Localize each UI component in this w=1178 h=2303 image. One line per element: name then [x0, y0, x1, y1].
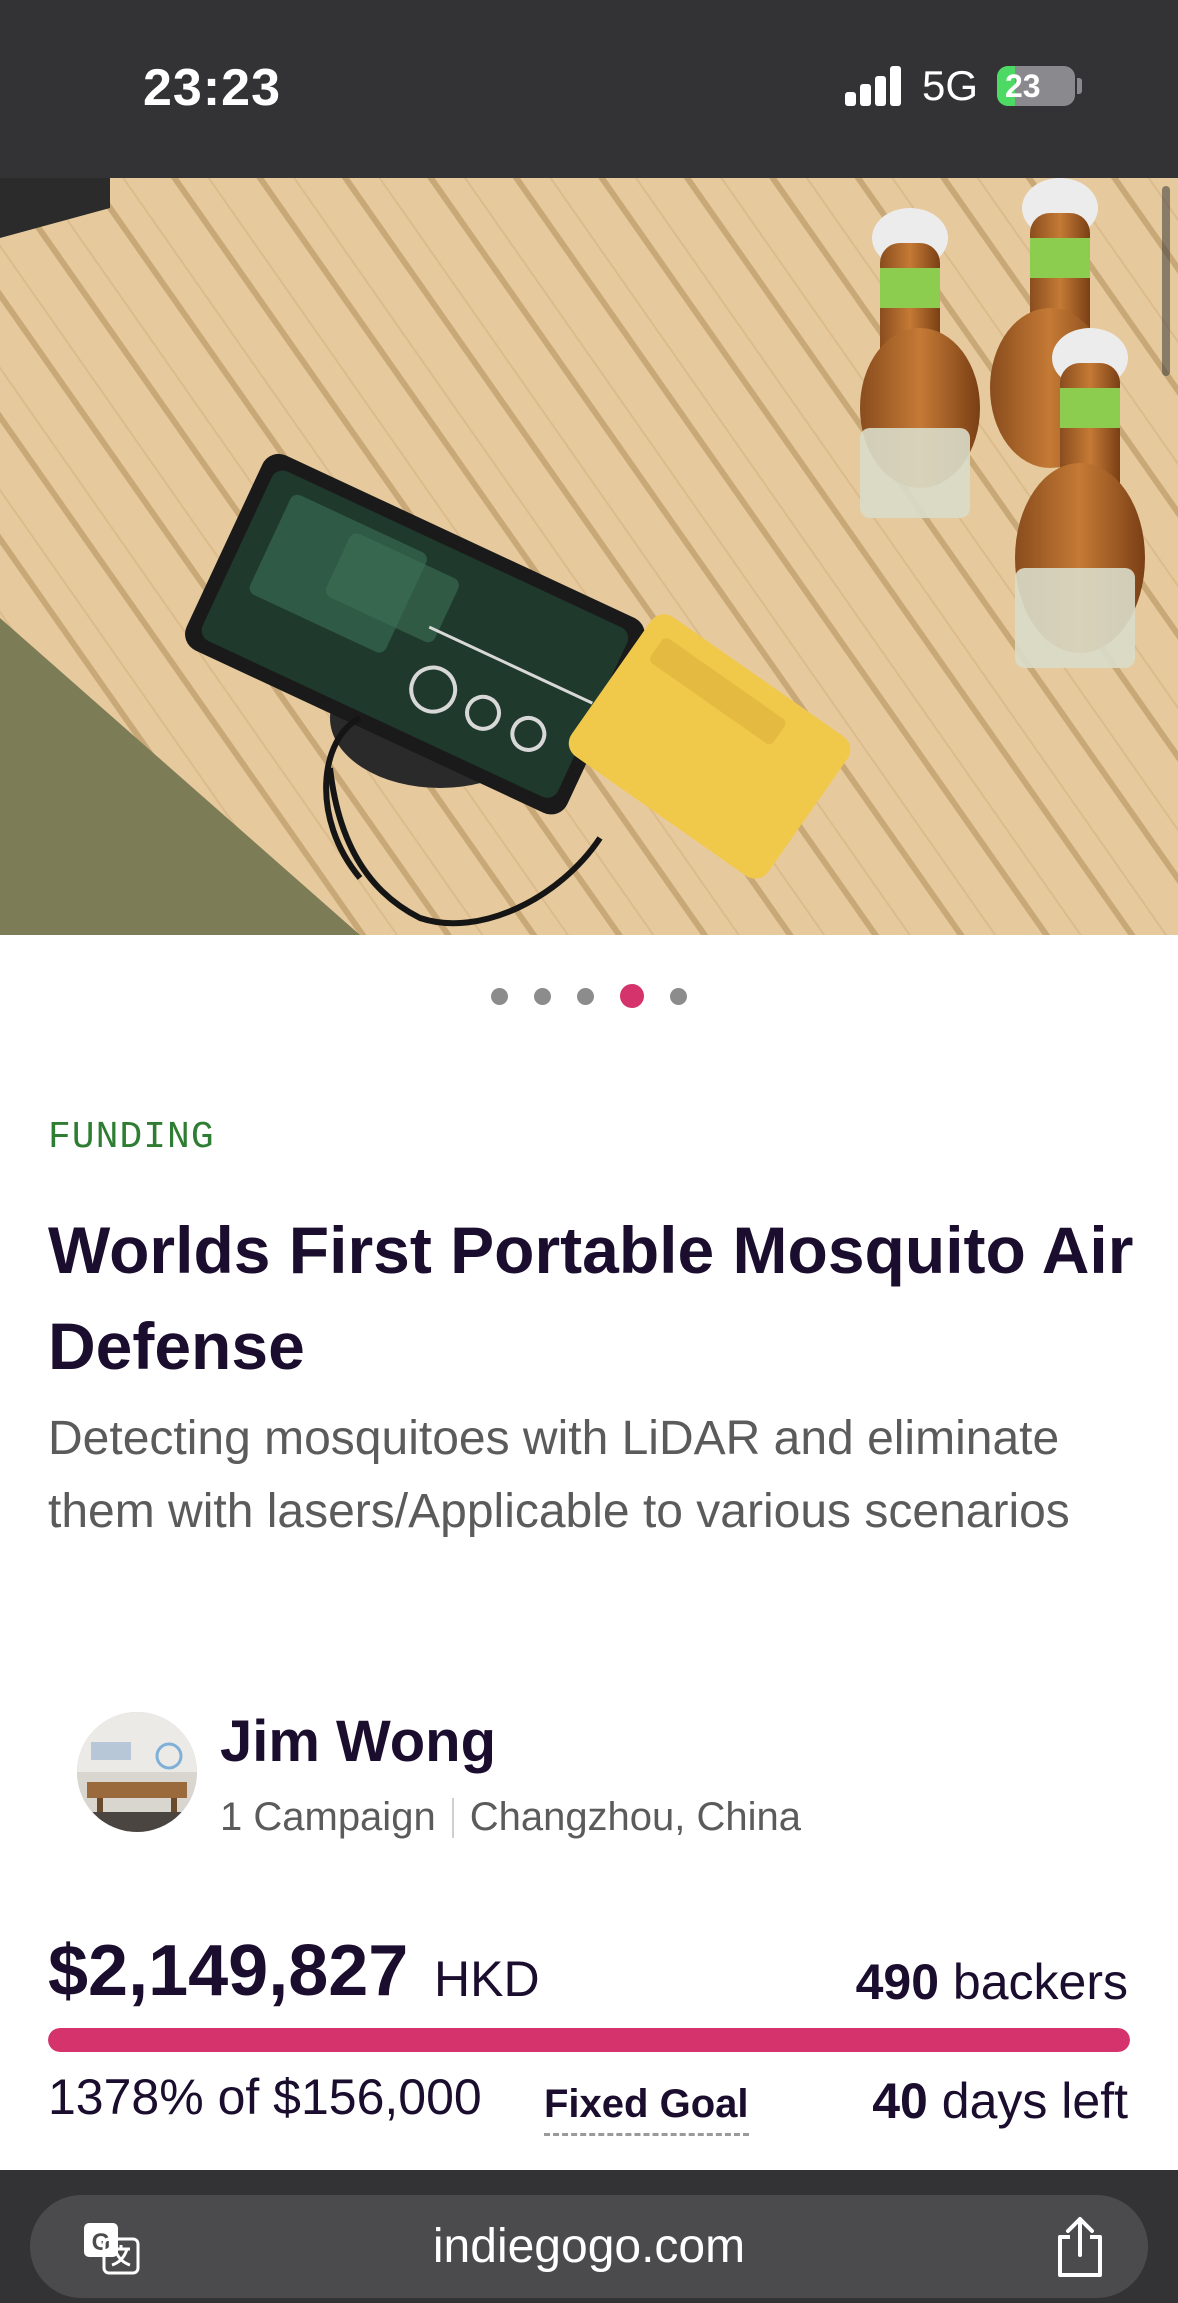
backers-number: 490 [855, 1954, 940, 2010]
status-bar: 23:23 5G 23 [0, 0, 1178, 178]
battery-icon: 23 [997, 66, 1075, 106]
status-time: 23:23 [143, 59, 281, 117]
share-icon[interactable] [1052, 2215, 1108, 2279]
signal-icon [845, 66, 903, 106]
funding-progress-fill [48, 2028, 1130, 2052]
campaign-subtitle: Detecting mosquitoes with LiDAR and elim… [48, 1412, 1070, 1538]
funding-progress-bar [48, 2028, 1130, 2052]
percent-of-goal: 1378% of $156,000 [48, 2069, 482, 2125]
battery-tip [1077, 78, 1082, 94]
campaign-category: FUNDING [48, 1116, 215, 1159]
backers-label: backers [952, 1954, 1128, 2010]
owner-name[interactable]: Jim Wong [220, 1708, 496, 1775]
owner-campaigns[interactable]: 1 Campaign [220, 1795, 436, 1840]
days-left: 40 days left [868, 2068, 1128, 2134]
url-text[interactable]: indiegogo.com [30, 2219, 1148, 2274]
carousel-dot[interactable] [491, 987, 508, 1005]
owner-meta: 1 Campaign Changzhou, China [220, 1795, 801, 1840]
product-photo [0, 178, 1178, 935]
divider [451, 1797, 454, 1838]
goal-type-tooltip[interactable]: Fixed Goal [544, 2082, 749, 2136]
browser-toolbar: G indiegogo.com [0, 2170, 1178, 2303]
funds-raised: $2,149,827 [48, 1931, 409, 2011]
carousel-dot[interactable] [670, 987, 687, 1005]
carousel-indicator[interactable] [0, 981, 1178, 1011]
campaign-title: Worlds First Portable Mosquito Air Defen… [48, 1213, 1134, 1383]
address-bar[interactable]: G indiegogo.com [30, 2195, 1148, 2298]
carousel-dot[interactable] [577, 987, 594, 1005]
days-label: days left [941, 2073, 1128, 2129]
avatar-image [77, 1712, 197, 1832]
currency: HKD [434, 1951, 540, 2007]
carousel-dot-active[interactable] [620, 984, 644, 1008]
carousel-dot[interactable] [534, 987, 551, 1005]
battery-level: 23 [1005, 68, 1041, 104]
backers-count: 490 backers [856, 1953, 1128, 2011]
network-type: 5G [922, 62, 979, 109]
days-number: 40 [872, 2073, 928, 2129]
scrollbar[interactable] [1162, 186, 1170, 376]
hero-image[interactable] [0, 178, 1178, 935]
owner-avatar[interactable] [77, 1712, 197, 1832]
owner-location: Changzhou, China [469, 1795, 802, 1839]
